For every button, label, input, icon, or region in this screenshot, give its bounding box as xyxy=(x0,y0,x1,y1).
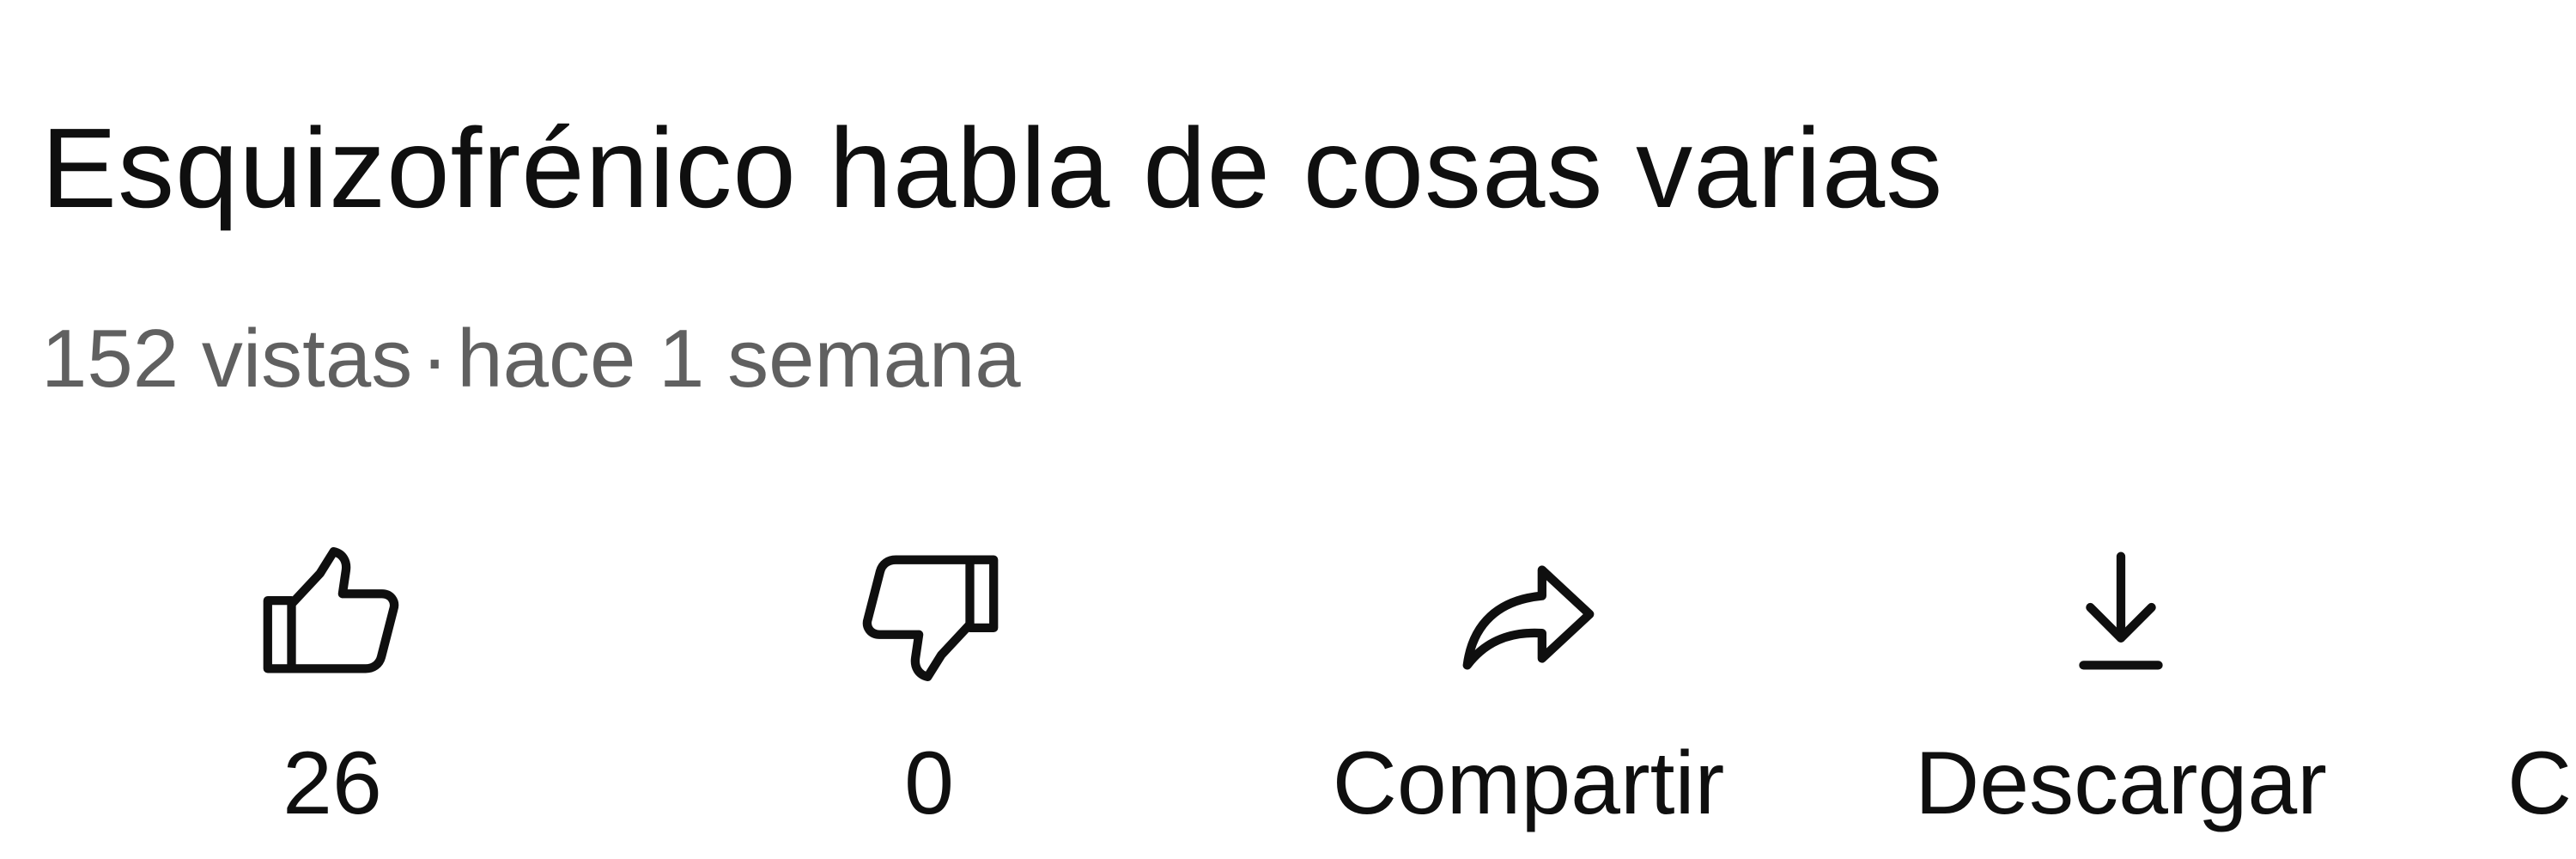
thumbs-up-icon xyxy=(251,533,414,696)
dislike-count: 0 xyxy=(904,734,954,833)
metadata-separator: · xyxy=(421,313,449,405)
download-icon xyxy=(2039,533,2202,696)
share-button[interactable]: Compartir xyxy=(1305,524,1752,859)
share-arrow-icon xyxy=(1447,533,1610,696)
video-info-panel: Esquizofrénico habla de cosas varias 152… xyxy=(0,0,2576,859)
download-button[interactable]: Descargar xyxy=(1898,524,2344,859)
dislike-button[interactable]: 0 xyxy=(706,524,1152,859)
more-actions-label: C xyxy=(2507,734,2573,833)
publish-date: hace 1 semana xyxy=(457,313,1021,405)
video-title: Esquizofrénico habla de cosas varias xyxy=(41,105,1944,231)
like-count: 26 xyxy=(283,734,382,833)
video-metadata: 152 vistas · hace 1 semana xyxy=(41,318,1021,400)
download-label: Descargar xyxy=(1915,734,2327,833)
thumbs-down-icon xyxy=(848,533,1011,696)
like-button[interactable]: 26 xyxy=(109,524,556,859)
more-actions-button[interactable]: C xyxy=(2507,524,2576,859)
share-label: Compartir xyxy=(1332,734,1725,833)
view-count: 152 vistas xyxy=(41,313,413,405)
